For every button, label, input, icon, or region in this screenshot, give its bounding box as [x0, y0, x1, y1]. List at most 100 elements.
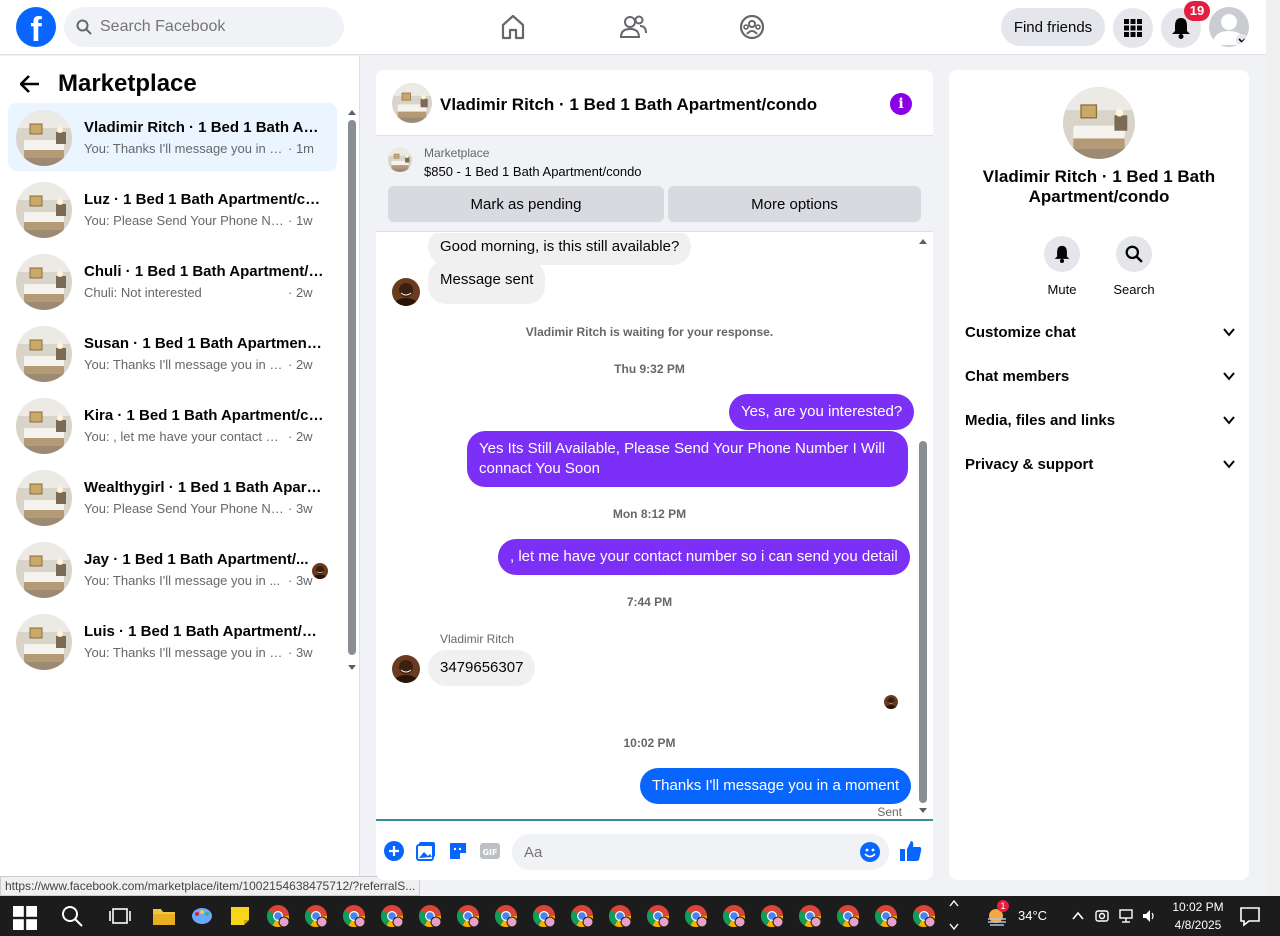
sticker-icon[interactable] [448, 841, 468, 861]
conversation-item[interactable]: Susan · 1 Bed 1 Bath Apartment/... You: T… [8, 319, 337, 387]
chrome-browser-icon[interactable] [912, 904, 936, 928]
conversation-name: Chuli · 1 Bed 1 Bath Apartment/c... [84, 263, 324, 280]
groups-icon[interactable] [738, 12, 766, 42]
chrome-browser-icon[interactable] [304, 904, 328, 928]
back-arrow-icon[interactable] [20, 75, 40, 93]
chrome-browser-icon[interactable] [722, 904, 746, 928]
conversation-item[interactable]: Jay · 1 Bed 1 Bath Apartment/... You: Tha… [8, 535, 337, 603]
task-view-icon[interactable] [108, 904, 132, 928]
incoming-message[interactable]: 3479656307 [428, 650, 536, 686]
page-scrollbar[interactable] [1266, 0, 1280, 896]
chrome-browser-icon[interactable] [684, 904, 708, 928]
chat-title[interactable]: Vladimir Ritch · 1 Bed 1 Bath Apartment/… [440, 95, 817, 115]
find-friends-button[interactable]: Find friends [1001, 8, 1105, 46]
conversation-item[interactable]: Vladimir Ritch · 1 Bed 1 Bath Apa... You:… [8, 103, 337, 171]
conversation-item[interactable]: Chuli · 1 Bed 1 Bath Apartment/c... Chuli… [8, 247, 337, 315]
search-action[interactable]: Search [1104, 236, 1164, 297]
default-profile-icon [1213, 14, 1248, 46]
search-icon [1125, 245, 1143, 263]
chevron-up-icon[interactable] [1070, 908, 1086, 924]
svg-text:GIF: GIF [482, 848, 497, 857]
outgoing-message[interactable]: Yes Its Still Available, Please Send You… [467, 431, 908, 487]
menu-button[interactable] [1113, 8, 1153, 48]
search-input[interactable] [100, 18, 320, 36]
apartment-photo-icon [16, 398, 72, 454]
sidebar-scroll-thumb[interactable] [348, 120, 356, 655]
incoming-message[interactable]: Message sent [428, 260, 546, 304]
seller-avatar[interactable] [392, 278, 420, 306]
temperature[interactable]: 34°C [1018, 908, 1047, 923]
seller-avatar[interactable] [392, 655, 420, 683]
scroll-down-arrow-icon[interactable] [918, 807, 928, 815]
network-icon[interactable] [1118, 908, 1134, 924]
chrome-browser-icon[interactable] [798, 904, 822, 928]
listing-small-thumbnail[interactable] [388, 148, 412, 172]
listing-thumbnail [16, 326, 72, 382]
conversation-time: · 1m [288, 141, 314, 156]
listing-thumbnail [16, 614, 72, 670]
chrome-browser-icon[interactable] [380, 904, 404, 928]
message-input[interactable] [512, 834, 889, 870]
conversation-item[interactable]: Luz · 1 Bed 1 Bath Apartment/co... You: P… [8, 175, 337, 243]
chrome-browser-icon[interactable] [418, 904, 442, 928]
chrome-browser-icon[interactable] [456, 904, 480, 928]
notification-center-icon[interactable] [1238, 904, 1262, 928]
more-options-button[interactable]: More options [668, 186, 921, 222]
media-files-links-section[interactable]: Media, files and links [965, 412, 1235, 434]
chrome-browser-icon[interactable] [532, 904, 556, 928]
taskbar-scroll-icon[interactable] [948, 896, 960, 936]
chrome-browser-icon[interactable] [266, 904, 290, 928]
listing-price-title[interactable]: $850 - 1 Bed 1 Bath Apartment/condo [424, 164, 642, 179]
conversation-item[interactable]: Luis · 1 Bed 1 Bath Apartment/co... You: … [8, 607, 337, 675]
privacy-support-section[interactable]: Privacy & support [965, 456, 1235, 478]
search-icon[interactable] [60, 904, 84, 928]
chat-scroll-thumb[interactable] [919, 441, 927, 803]
facebook-logo-icon[interactable]: f [16, 7, 56, 47]
windows-start-icon[interactable] [13, 906, 37, 930]
chat-members-section[interactable]: Chat members [965, 368, 1235, 390]
plus-circle-icon[interactable] [384, 841, 404, 861]
outgoing-message[interactable]: Thanks I'll message you in a moment [640, 768, 912, 804]
friends-icon[interactable] [619, 12, 647, 42]
photo-icon[interactable] [416, 841, 436, 861]
sent-status: Sent [877, 805, 902, 819]
info-icon[interactable]: i [890, 93, 912, 115]
gif-icon[interactable]: GIF [480, 841, 500, 861]
chrome-browser-icon[interactable] [760, 904, 784, 928]
mark-as-pending-button[interactable]: Mark as pending [388, 186, 664, 222]
top-navigation-bar: f Find friends 19 [0, 0, 1266, 55]
chrome-browser-icon[interactable] [342, 904, 366, 928]
chrome-browser-icon[interactable] [646, 904, 670, 928]
mute-action[interactable]: Mute [1032, 236, 1092, 297]
sidebar-scrollbar[interactable] [347, 108, 357, 678]
conversation-name: Susan · 1 Bed 1 Bath Apartment/... [84, 335, 324, 352]
chat-scrollbar[interactable] [917, 233, 929, 819]
outgoing-message[interactable]: , let me have your contact number so i c… [498, 539, 910, 575]
scroll-up-arrow-icon[interactable] [347, 108, 357, 116]
search-box[interactable] [64, 7, 344, 47]
chrome-browser-icon[interactable] [570, 904, 594, 928]
account-avatar[interactable] [1209, 7, 1249, 47]
conversation-item[interactable]: Kira · 1 Bed 1 Bath Apartment/co... You: … [8, 391, 337, 459]
paint-app-icon[interactable] [190, 904, 214, 928]
conversation-item[interactable]: Wealthygirl · 1 Bed 1 Bath Apart... You: … [8, 463, 337, 531]
thumbs-up-icon[interactable] [899, 839, 923, 863]
emoji-icon[interactable] [860, 842, 880, 862]
camera-privacy-icon[interactable] [1094, 908, 1110, 924]
clock-time[interactable]: 10:02 PM [1172, 900, 1224, 914]
listing-photo[interactable] [1063, 87, 1135, 159]
customize-chat-section[interactable]: Customize chat [965, 324, 1235, 346]
chrome-browser-icon[interactable] [608, 904, 632, 928]
chrome-browser-icon[interactable] [494, 904, 518, 928]
scroll-down-arrow-icon[interactable] [347, 664, 357, 672]
file-explorer-icon[interactable] [152, 904, 176, 928]
outgoing-message[interactable]: Yes, are you interested? [729, 394, 915, 430]
clock-date[interactable]: 4/8/2025 [1172, 918, 1224, 932]
listing-thumbnail[interactable] [392, 83, 432, 123]
sticky-notes-icon[interactable] [228, 904, 252, 928]
chrome-browser-icon[interactable] [836, 904, 860, 928]
chrome-browser-icon[interactable] [874, 904, 898, 928]
home-icon[interactable] [499, 12, 527, 42]
volume-icon[interactable] [1141, 908, 1157, 924]
scroll-up-arrow-icon[interactable] [918, 237, 928, 245]
